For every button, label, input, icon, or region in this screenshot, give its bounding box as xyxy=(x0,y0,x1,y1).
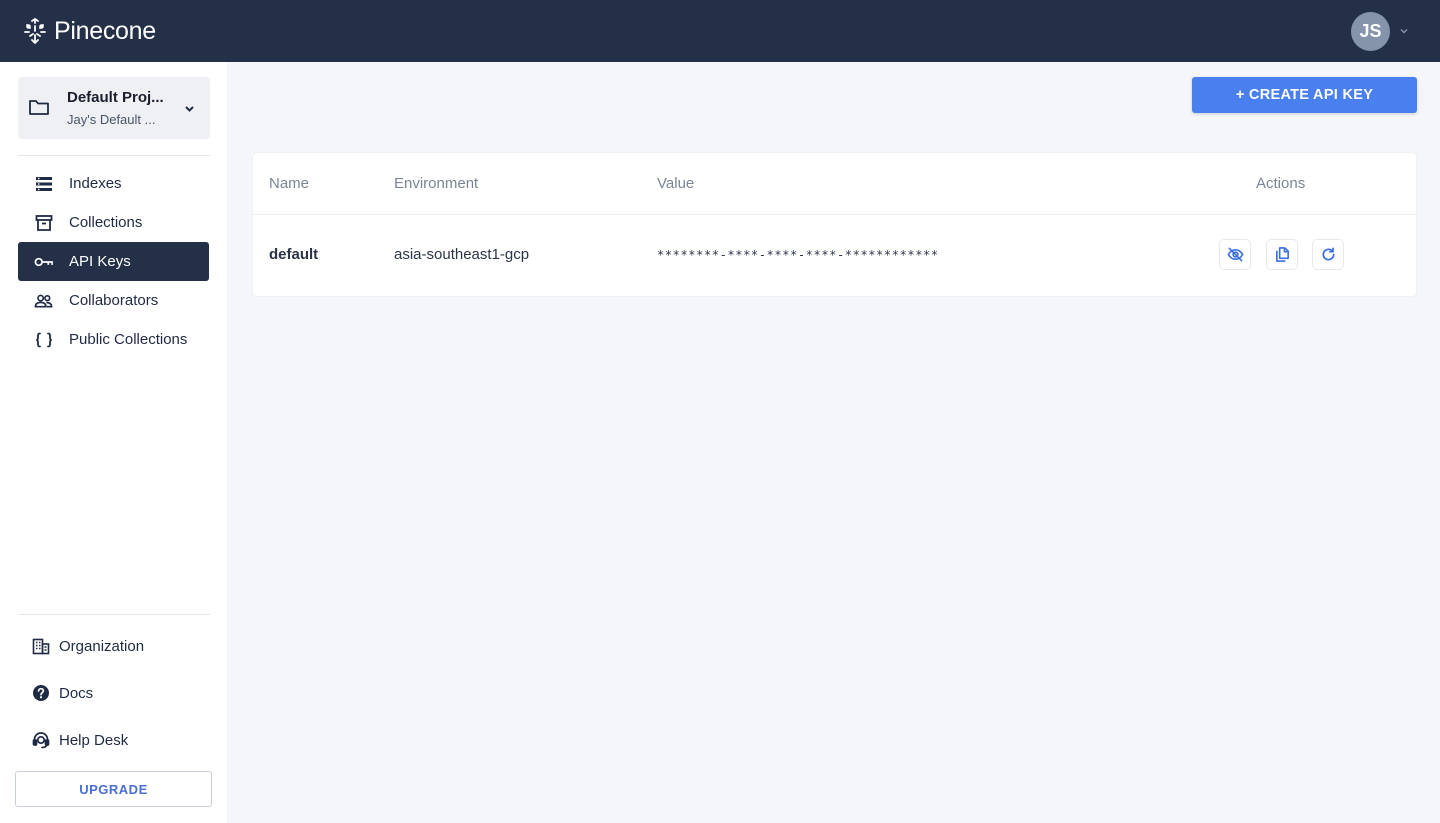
sidebar-item-docs[interactable]: Docs xyxy=(32,679,93,707)
eye-off-icon xyxy=(1227,247,1243,262)
braces-icon xyxy=(34,330,53,349)
building-icon xyxy=(32,637,50,655)
sidebar-item-collections[interactable]: Collections xyxy=(18,203,209,242)
sidebar: Default Proj... Jay's Default ... Indexe… xyxy=(0,62,227,823)
copy-icon xyxy=(1275,247,1289,262)
archive-icon xyxy=(34,213,53,232)
sidebar-item-label: Public Collections xyxy=(69,331,188,348)
top-bar: Pinecone JS xyxy=(0,0,1440,62)
sidebar-item-help-desk[interactable]: Help Desk xyxy=(32,726,128,754)
sidebar-item-label: Collections xyxy=(69,214,143,231)
chevron-down-icon xyxy=(185,106,194,112)
sidebar-item-label: API Keys xyxy=(69,253,131,270)
sidebar-item-label: Help Desk xyxy=(59,731,129,749)
sidebar-item-collaborators[interactable]: Collaborators xyxy=(18,281,209,320)
folder-icon xyxy=(29,100,49,115)
pinecone-logo[interactable]: Pinecone xyxy=(22,14,156,48)
upgrade-button[interactable]: UPGRADE xyxy=(15,771,212,807)
sidebar-item-public-collections[interactable]: Public Collections xyxy=(18,320,209,359)
sidebar-item-label: Collaborators xyxy=(69,292,159,309)
divider xyxy=(18,155,210,156)
column-header-name: Name xyxy=(269,175,310,192)
avatar[interactable]: JS xyxy=(1351,11,1390,51)
user-menu[interactable]: JS xyxy=(1351,11,1410,51)
column-header-actions: Actions xyxy=(1256,175,1306,192)
rotate-key-button[interactable] xyxy=(1312,239,1344,270)
reveal-key-button[interactable] xyxy=(1219,239,1251,270)
help-circle-icon xyxy=(32,684,50,702)
list-icon xyxy=(34,174,53,193)
brand-name: Pinecone xyxy=(54,16,156,45)
copy-key-button[interactable] xyxy=(1266,239,1298,270)
create-api-key-button[interactable]: + CREATE API KEY xyxy=(1192,77,1417,113)
key-environment: asia-southeast1-gcp xyxy=(394,246,530,263)
column-header-value: Value xyxy=(657,175,695,192)
key-name: default xyxy=(269,246,319,263)
sidebar-item-label: Docs xyxy=(59,684,94,702)
sidebar-item-label: Organization xyxy=(59,637,145,655)
column-header-environment: Environment xyxy=(394,175,479,192)
sidebar-item-label: Indexes xyxy=(69,175,122,192)
people-icon xyxy=(34,291,53,310)
pinecone-logo-icon xyxy=(24,18,46,44)
project-selector[interactable]: Default Proj... Jay's Default ... xyxy=(18,77,210,139)
project-name: Default Proj... xyxy=(67,89,164,106)
key-value: ********-****-****-****-************ xyxy=(657,248,939,262)
api-keys-table: Name Environment Value Actions default a… xyxy=(253,153,1416,296)
header-divider xyxy=(253,214,1416,215)
divider xyxy=(18,614,210,615)
sidebar-item-indexes[interactable]: Indexes xyxy=(18,164,209,203)
chevron-down-icon xyxy=(1400,29,1408,34)
support-agent-icon xyxy=(32,731,50,749)
project-org: Jay's Default ... xyxy=(67,112,156,127)
sidebar-item-api-keys[interactable]: API Keys xyxy=(18,242,209,281)
refresh-icon xyxy=(1321,247,1335,261)
sidebar-item-organization[interactable]: Organization xyxy=(32,632,144,660)
key-icon xyxy=(34,252,53,271)
